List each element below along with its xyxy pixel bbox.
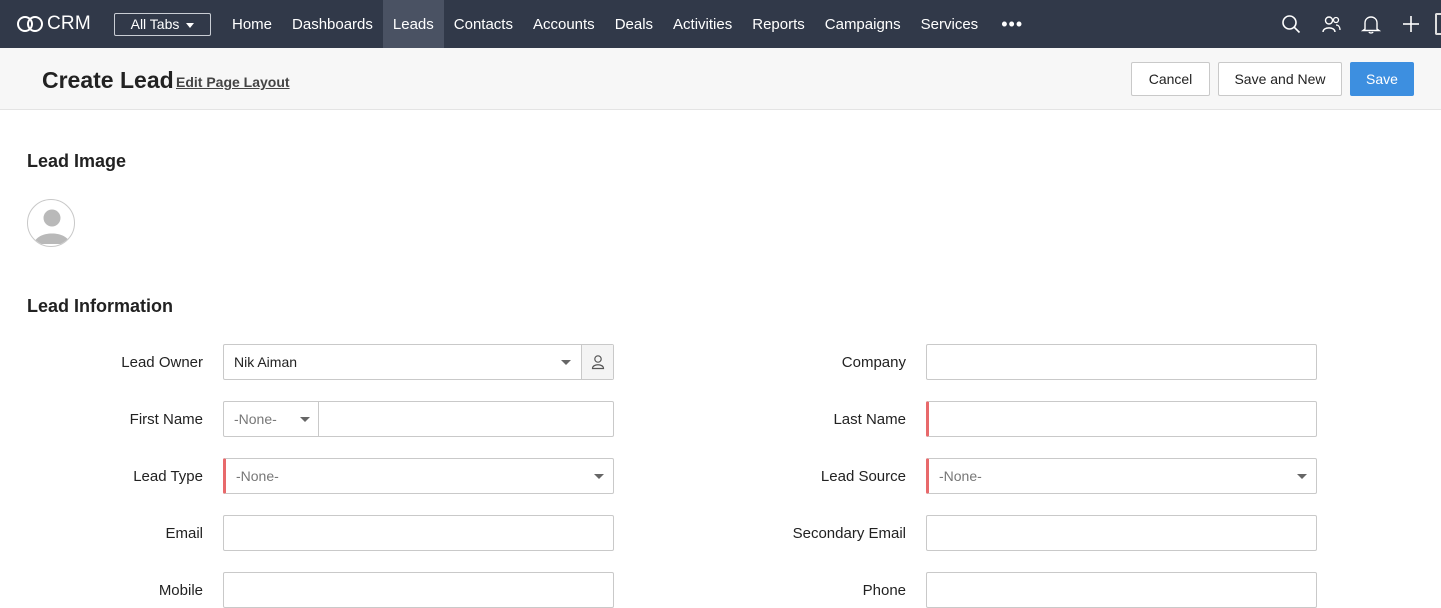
nav-tab-home[interactable]: Home <box>222 0 282 48</box>
save-button[interactable]: Save <box>1350 62 1414 96</box>
salutation-value: -None- <box>234 411 277 427</box>
nav-tab-campaigns[interactable]: Campaigns <box>815 0 911 48</box>
brand-name: CRM <box>47 13 91 34</box>
company-label: Company <box>841 354 906 371</box>
last-name-input[interactable] <box>926 401 1317 437</box>
section-title-lead-image: Lead Image <box>27 151 127 171</box>
user-placeholder-icon <box>34 209 70 244</box>
first-name-field: -None- <box>223 401 614 437</box>
top-nav: CRM All Tabs Home Dashboards Leads Conta… <box>0 0 1441 48</box>
lead-type-dropdown[interactable]: -None- <box>223 458 614 494</box>
plus-icon[interactable] <box>1391 0 1431 48</box>
secondary-email-input[interactable] <box>926 515 1317 551</box>
all-tabs-dropdown[interactable]: All Tabs <box>114 12 211 36</box>
last-name-label: Last Name <box>833 411 906 428</box>
crm-logo-icon <box>17 16 43 32</box>
panel-toggle-icon[interactable] <box>1435 13 1441 35</box>
chevron-down-icon <box>186 22 195 28</box>
nav-tab-services[interactable]: Services <box>911 0 989 48</box>
phone-input[interactable] <box>926 572 1317 608</box>
edit-page-layout-link[interactable]: Edit Page Layout <box>176 74 290 90</box>
nav-tab-dashboards[interactable]: Dashboards <box>282 0 383 48</box>
nav-tab-accounts[interactable]: Accounts <box>523 0 605 48</box>
chevron-down-icon <box>1297 474 1307 479</box>
nav-actions <box>1271 0 1441 48</box>
chevron-down-icon <box>594 474 604 479</box>
save-and-new-button[interactable]: Save and New <box>1218 62 1342 96</box>
lead-source-label: Lead Source <box>820 468 906 485</box>
more-tabs-icon[interactable]: ••• <box>992 0 1032 48</box>
lead-source-dropdown[interactable]: -None- <box>926 458 1317 494</box>
salutation-dropdown[interactable]: -None- <box>224 402 319 436</box>
secondary-email-label: Secondary Email <box>792 525 906 542</box>
lead-owner-field[interactable]: Nik Aiman <box>223 344 614 380</box>
user-lookup-icon[interactable] <box>581 345 613 379</box>
nav-tab-deals[interactable]: Deals <box>605 0 663 48</box>
section-title-lead-information: Lead Information <box>27 296 174 316</box>
brand-logo[interactable]: CRM <box>16 13 98 35</box>
phone-label: Phone <box>862 582 906 599</box>
nav-tab-contacts[interactable]: Contacts <box>444 0 523 48</box>
search-icon[interactable] <box>1271 0 1311 48</box>
page-header: Create Lead Edit Page Layout Cancel Save… <box>0 48 1441 110</box>
company-input[interactable] <box>926 344 1317 380</box>
first-name-label: First Name <box>129 411 203 428</box>
users-icon[interactable] <box>1311 0 1351 48</box>
bell-icon[interactable] <box>1351 0 1391 48</box>
email-label: Email <box>165 525 203 542</box>
mobile-label: Mobile <box>158 582 203 599</box>
chevron-down-icon <box>300 417 310 422</box>
lead-owner-value: Nik Aiman <box>234 354 298 370</box>
lead-image-avatar[interactable] <box>27 199 75 247</box>
nav-tabs: Home Dashboards Leads Contacts Accounts … <box>222 0 988 48</box>
page-title: Create Lead <box>42 67 174 93</box>
nav-tab-reports[interactable]: Reports <box>742 0 815 48</box>
lead-type-value: -None- <box>236 468 279 484</box>
lead-source-value: -None- <box>939 468 982 484</box>
cancel-button[interactable]: Cancel <box>1131 62 1210 96</box>
chevron-down-icon[interactable] <box>561 360 571 365</box>
nav-tab-leads[interactable]: Leads <box>382 0 444 48</box>
lead-owner-label: Lead Owner <box>121 354 203 371</box>
all-tabs-label: All Tabs <box>130 16 180 32</box>
lead-type-label: Lead Type <box>133 468 203 485</box>
email-input[interactable] <box>223 515 614 551</box>
nav-tab-activities[interactable]: Activities <box>663 0 742 48</box>
mobile-input[interactable] <box>223 572 614 608</box>
